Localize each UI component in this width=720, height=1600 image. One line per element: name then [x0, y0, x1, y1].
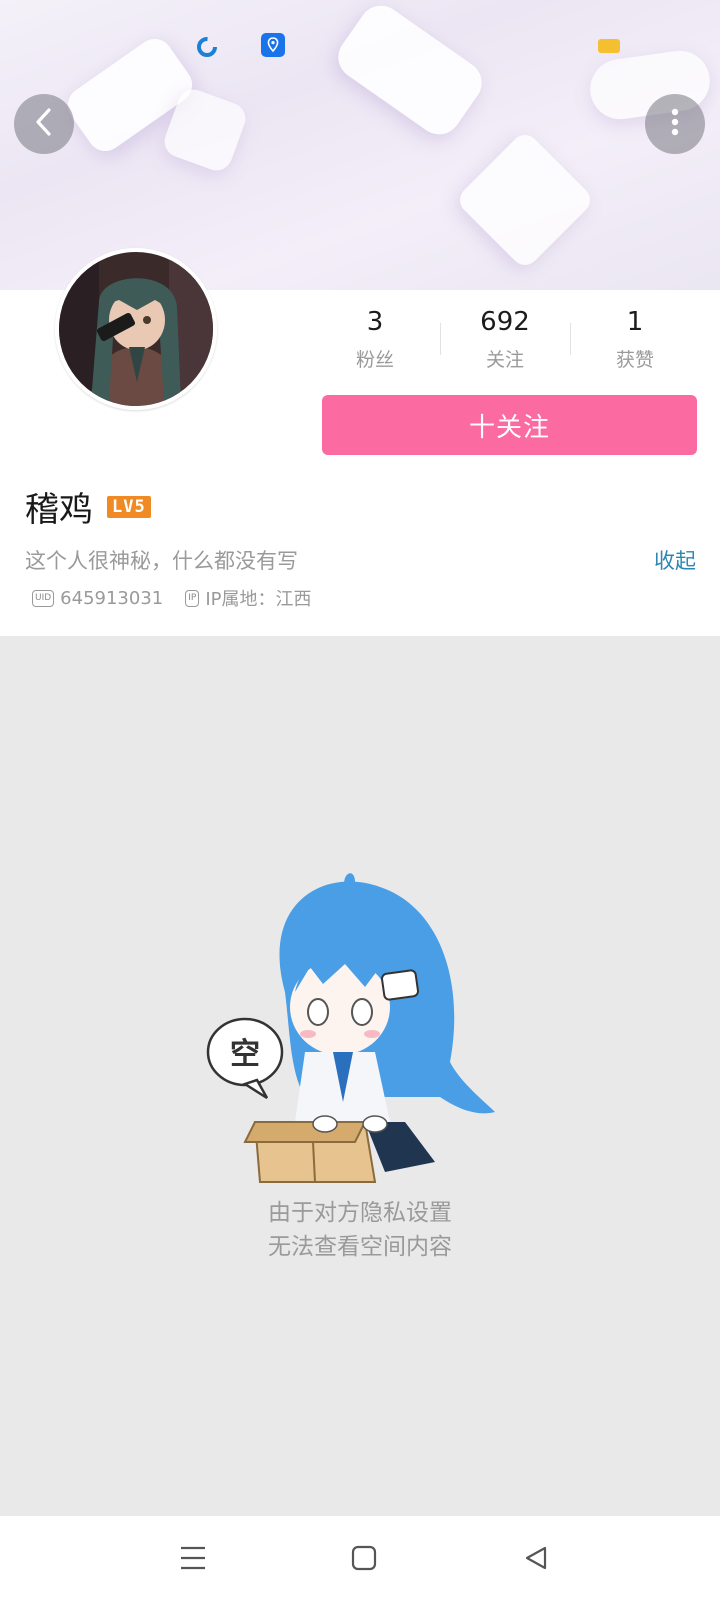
home-square-icon[interactable]: [344, 1538, 384, 1578]
stat-label: 关注: [485, 349, 524, 371]
banner-decoration: [329, 0, 491, 143]
username: 稽鸡: [25, 490, 93, 530]
profile-stats: 3 粉丝 692 关注 1 获赞: [310, 305, 700, 375]
stat-value: 1: [626, 307, 644, 337]
back-button[interactable]: [14, 94, 74, 154]
empty-state-message: 由于对方隐私设置 无法查看空间内容: [0, 1196, 720, 1264]
uid-icon: UID: [32, 589, 55, 607]
stat-value: 3: [366, 307, 384, 337]
signature: 这个人很神秘，什么都没有写: [25, 549, 298, 573]
uid-value: 645913031: [60, 587, 164, 609]
name-row: 稽鸡 LV5: [25, 482, 151, 531]
stat-value: 692: [480, 307, 530, 337]
battery-icon: [598, 38, 620, 57]
empty-state-line1: 由于对方隐私设置: [268, 1200, 452, 1226]
menu-icon[interactable]: [173, 1538, 213, 1578]
stat-label: 获赞: [615, 349, 654, 371]
stat-following[interactable]: 692 关注: [440, 305, 570, 375]
chevron-left-icon: [31, 107, 57, 141]
collapse-link[interactable]: 收起: [654, 545, 696, 575]
more-options-button[interactable]: [645, 94, 705, 154]
profile-banner: [0, 0, 720, 290]
banner-decoration: [454, 129, 596, 271]
more-vertical-icon: [670, 107, 680, 141]
stat-likes[interactable]: 1 获赞: [570, 305, 700, 375]
avatar[interactable]: [55, 248, 217, 410]
meta-row: UID 645913031 IP IP属地：江西: [32, 585, 312, 611]
loading-ring-icon: [196, 36, 218, 62]
system-navigation-bar: [0, 1516, 720, 1600]
bubble-text: 空: [230, 1037, 260, 1072]
location-pin-icon: [261, 33, 285, 61]
follow-button[interactable]: 十关注: [322, 395, 697, 455]
space-content-area: 空 由于对方隐私设置 无法查看空间内容: [0, 636, 720, 1516]
empty-state-line2: 无法查看空间内容: [268, 1234, 452, 1260]
empty-state-illustration: 空: [205, 872, 505, 1196]
back-triangle-icon[interactable]: [516, 1538, 556, 1578]
stat-label: 粉丝: [355, 349, 394, 371]
ip-location: IP属地：江西: [205, 589, 312, 610]
ip-icon: IP: [185, 589, 200, 607]
level-badge: LV5: [107, 495, 151, 518]
stat-fans[interactable]: 3 粉丝: [310, 305, 440, 375]
